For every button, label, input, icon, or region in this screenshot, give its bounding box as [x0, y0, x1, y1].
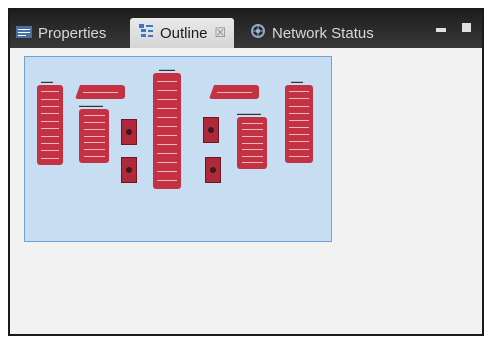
- minimize-icon[interactable]: [436, 28, 446, 32]
- rack-thumbnail: [153, 73, 181, 189]
- rack-label: ▬▬▬: [41, 79, 53, 84]
- device-thumbnail: [205, 157, 221, 183]
- tab-properties[interactable]: Properties: [16, 18, 106, 48]
- device-thumbnail: [203, 117, 219, 143]
- rack-thumbnail: [37, 85, 63, 165]
- tab-properties-label: Properties: [38, 24, 107, 42]
- tab-network-status[interactable]: Network Status: [250, 18, 374, 48]
- outline-icon: [138, 23, 154, 43]
- maximize-icon[interactable]: [462, 23, 471, 32]
- rack-thumbnail: [79, 109, 109, 163]
- tab-outline-label: Outline: [160, 24, 208, 42]
- outline-content: ▬▬▬ ▬▬▬▬▬▬ ▬▬▬▬ ▬▬▬▬▬▬ ▬▬▬: [10, 48, 482, 334]
- rack-label: ▬▬▬▬▬▬: [79, 103, 103, 108]
- rack-label: ▬▬▬▬: [159, 67, 175, 72]
- rack-label: ▬▬▬▬▬▬: [237, 111, 261, 116]
- network-status-icon: [250, 23, 266, 43]
- close-icon[interactable]: ☒: [215, 25, 227, 41]
- rack-thumbnail: [285, 85, 313, 163]
- group-header-thumbnail: [209, 85, 259, 99]
- outline-viewport-thumbnail[interactable]: ▬▬▬ ▬▬▬▬▬▬ ▬▬▬▬ ▬▬▬▬▬▬ ▬▬▬: [24, 56, 332, 242]
- tab-outline[interactable]: Outline ☒: [130, 18, 235, 48]
- rack-label: ▬▬▬: [291, 79, 303, 84]
- tab-network-status-label: Network Status: [272, 24, 374, 42]
- device-thumbnail: [121, 157, 137, 183]
- view-tab-bar: Properties Outline ☒ Network Status: [10, 10, 482, 48]
- group-header-thumbnail: [75, 85, 125, 99]
- device-thumbnail: [121, 119, 137, 145]
- properties-icon: [16, 25, 32, 42]
- outline-view-window: Properties Outline ☒ Network Status ▬▬▬: [8, 8, 484, 336]
- rack-thumbnail: [237, 117, 267, 169]
